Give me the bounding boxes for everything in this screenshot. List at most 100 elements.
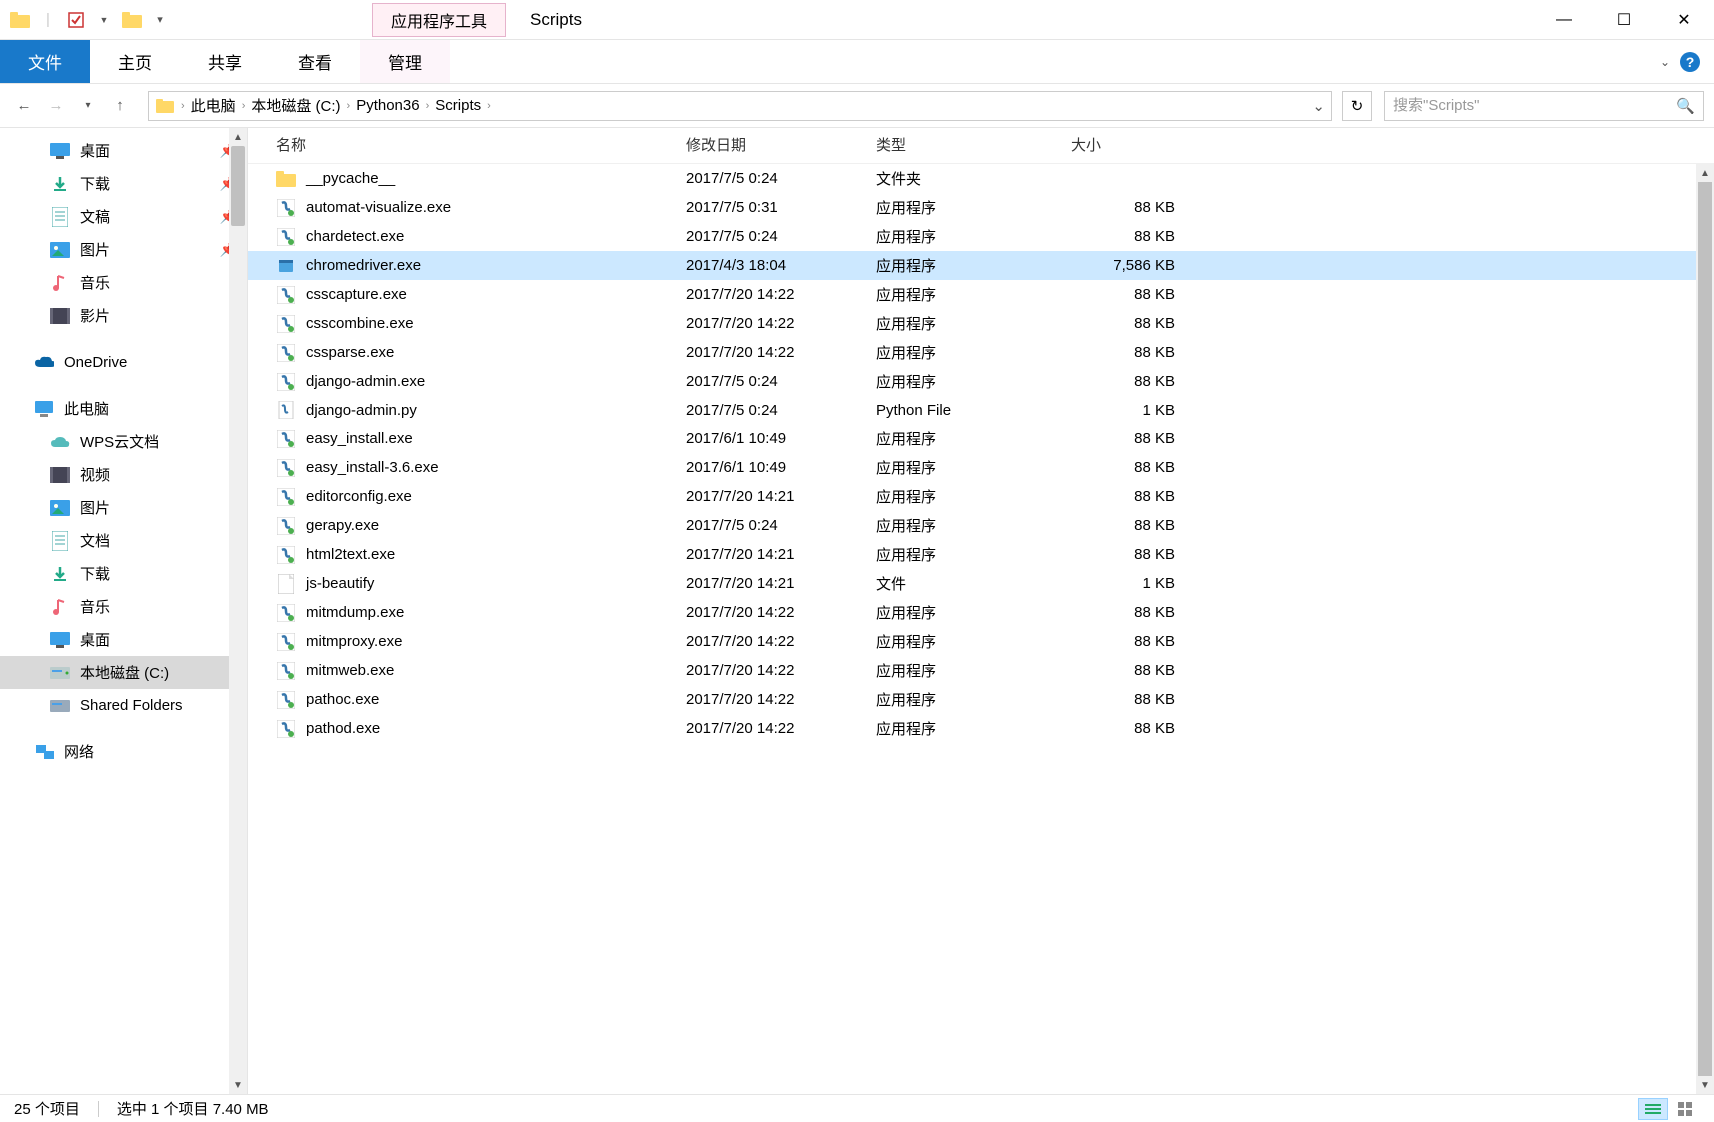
sidebar-item-label: 下载 bbox=[80, 173, 110, 194]
file-icon bbox=[276, 574, 296, 594]
sidebar-item[interactable]: 下载 bbox=[0, 557, 247, 590]
sidebar-item[interactable]: 音乐 bbox=[0, 266, 247, 299]
help-icon[interactable]: ? bbox=[1680, 52, 1700, 72]
details-view-button[interactable] bbox=[1638, 1098, 1668, 1120]
up-button[interactable]: ↑ bbox=[106, 92, 134, 120]
file-row[interactable]: pathod.exe2017/7/20 14:22应用程序88 KB bbox=[248, 714, 1714, 743]
file-row[interactable]: chromedriver.exe2017/4/3 18:04应用程序7,586 … bbox=[248, 251, 1714, 280]
sidebar-item[interactable]: WPS云文档 bbox=[0, 425, 247, 458]
file-row[interactable]: gerapy.exe2017/7/5 0:24应用程序88 KB bbox=[248, 511, 1714, 540]
file-name: mitmproxy.exe bbox=[306, 633, 402, 650]
ribbon-tab-1[interactable]: 主页 bbox=[90, 40, 180, 83]
sidebar-item[interactable]: OneDrive bbox=[0, 346, 247, 378]
file-type: 应用程序 bbox=[876, 226, 1071, 247]
file-row[interactable]: cssparse.exe2017/7/20 14:22应用程序88 KB bbox=[248, 338, 1714, 367]
address-bar[interactable]: › 此电脑 › 本地磁盘 (C:) › Python36 › Scripts › ⌄ bbox=[148, 91, 1332, 121]
sidebar-item[interactable]: 桌面 bbox=[0, 623, 247, 656]
recent-dropdown[interactable]: ▾ bbox=[74, 92, 102, 120]
sidebar-item-label: 文档 bbox=[80, 530, 110, 551]
sidebar-item[interactable]: 音乐 bbox=[0, 590, 247, 623]
ribbon-tab-4[interactable]: 管理 bbox=[360, 40, 450, 83]
qat-dropdown-icon[interactable]: ▼ bbox=[92, 8, 116, 32]
sidebar-item[interactable]: 图片 bbox=[0, 491, 247, 524]
file-row[interactable]: mitmweb.exe2017/7/20 14:22应用程序88 KB bbox=[248, 656, 1714, 685]
ribbon-tab-3[interactable]: 查看 bbox=[270, 40, 360, 83]
search-input[interactable] bbox=[1393, 97, 1676, 114]
sidebar-item[interactable]: Shared Folders bbox=[0, 689, 247, 721]
file-row[interactable]: django-admin.py2017/7/5 0:24Python File1… bbox=[248, 396, 1714, 424]
scroll-up-icon[interactable]: ▲ bbox=[1696, 164, 1714, 182]
sidebar-item[interactable]: 下载📌 bbox=[0, 167, 247, 200]
search-icon[interactable]: 🔍 bbox=[1676, 97, 1695, 115]
search-box[interactable]: 🔍 bbox=[1384, 91, 1704, 121]
file-row[interactable]: csscapture.exe2017/7/20 14:22应用程序88 KB bbox=[248, 280, 1714, 309]
breadcrumb-segment[interactable]: Python36 bbox=[356, 97, 419, 114]
column-size[interactable]: 大小 bbox=[1071, 134, 1191, 155]
scroll-up-icon[interactable]: ▲ bbox=[229, 128, 247, 146]
file-row[interactable]: chardetect.exe2017/7/5 0:24应用程序88 KB bbox=[248, 222, 1714, 251]
ribbon-tab-0[interactable]: 文件 bbox=[0, 40, 90, 83]
sidebar-item[interactable]: 桌面📌 bbox=[0, 134, 247, 167]
sidebar-item[interactable]: 此电脑 bbox=[0, 392, 247, 425]
column-type[interactable]: 类型 bbox=[876, 134, 1071, 155]
file-date: 2017/6/1 10:49 bbox=[686, 459, 876, 476]
file-row[interactable]: mitmproxy.exe2017/7/20 14:22应用程序88 KB bbox=[248, 627, 1714, 656]
breadcrumb-segment[interactable]: 本地磁盘 (C:) bbox=[251, 95, 340, 116]
scroll-down-icon[interactable]: ▼ bbox=[1696, 1076, 1714, 1094]
refresh-button[interactable]: ↻ bbox=[1342, 91, 1372, 121]
chevron-right-icon[interactable]: › bbox=[242, 100, 246, 112]
file-row[interactable]: pathoc.exe2017/7/20 14:22应用程序88 KB bbox=[248, 685, 1714, 714]
file-date: 2017/7/20 14:22 bbox=[686, 315, 876, 332]
file-row[interactable]: editorconfig.exe2017/7/20 14:21应用程序88 KB bbox=[248, 482, 1714, 511]
breadcrumb-segment[interactable]: Scripts bbox=[435, 97, 481, 114]
forward-button[interactable]: → bbox=[42, 92, 70, 120]
scroll-thumb[interactable] bbox=[231, 146, 245, 226]
file-size: 88 KB bbox=[1071, 286, 1191, 303]
close-button[interactable]: ✕ bbox=[1654, 0, 1714, 39]
column-date[interactable]: 修改日期 bbox=[686, 134, 876, 155]
address-dropdown-icon[interactable]: ⌄ bbox=[1312, 97, 1325, 115]
file-row[interactable]: csscombine.exe2017/7/20 14:22应用程序88 KB bbox=[248, 309, 1714, 338]
chevron-right-icon[interactable]: › bbox=[181, 100, 185, 112]
sidebar-item[interactable]: 影片 bbox=[0, 299, 247, 332]
wpscloud-icon bbox=[50, 432, 70, 452]
sidebar-item-label: 影片 bbox=[80, 305, 110, 326]
breadcrumb-segment[interactable]: 此电脑 bbox=[191, 95, 236, 116]
back-button[interactable]: ← bbox=[10, 92, 38, 120]
file-name: easy_install.exe bbox=[306, 430, 413, 447]
icons-view-button[interactable] bbox=[1670, 1098, 1700, 1120]
file-row[interactable]: easy_install.exe2017/6/1 10:49应用程序88 KB bbox=[248, 424, 1714, 453]
scroll-thumb[interactable] bbox=[1698, 182, 1712, 1076]
maximize-button[interactable]: ☐ bbox=[1594, 0, 1654, 39]
chevron-right-icon[interactable]: › bbox=[347, 100, 351, 112]
file-row[interactable]: mitmdump.exe2017/7/20 14:22应用程序88 KB bbox=[248, 598, 1714, 627]
chevron-right-icon[interactable]: › bbox=[426, 100, 430, 112]
file-row[interactable]: __pycache__2017/7/5 0:24文件夹 bbox=[248, 164, 1714, 193]
sidebar-item[interactable]: 图片📌 bbox=[0, 233, 247, 266]
sidebar-item[interactable]: 文稿📌 bbox=[0, 200, 247, 233]
file-type: 应用程序 bbox=[876, 515, 1071, 536]
scroll-down-icon[interactable]: ▼ bbox=[229, 1076, 247, 1094]
properties-icon[interactable] bbox=[64, 8, 88, 32]
chevron-right-icon[interactable]: › bbox=[487, 100, 491, 112]
column-headers: ⌃ 名称 修改日期 类型 大小 bbox=[248, 128, 1714, 164]
qat-sep: | bbox=[36, 8, 60, 32]
sidebar-item[interactable]: 视频 bbox=[0, 458, 247, 491]
filelist-scrollbar[interactable]: ▲ ▼ bbox=[1696, 164, 1714, 1094]
column-name[interactable]: 名称 bbox=[276, 134, 686, 155]
pyexe-icon bbox=[276, 314, 296, 334]
ribbon-collapse-icon[interactable]: ⌄ bbox=[1660, 55, 1670, 69]
file-row[interactable]: js-beautify2017/7/20 14:21文件1 KB bbox=[248, 569, 1714, 598]
file-row[interactable]: django-admin.exe2017/7/5 0:24应用程序88 KB bbox=[248, 367, 1714, 396]
sidebar-item[interactable]: 文档 bbox=[0, 524, 247, 557]
ribbon-tab-2[interactable]: 共享 bbox=[180, 40, 270, 83]
sidebar-item[interactable]: 本地磁盘 (C:) bbox=[0, 656, 247, 689]
file-row[interactable]: html2text.exe2017/7/20 14:21应用程序88 KB bbox=[248, 540, 1714, 569]
minimize-button[interactable]: — bbox=[1534, 0, 1594, 39]
sidebar-scrollbar[interactable]: ▲ ▼ bbox=[229, 128, 247, 1094]
file-row[interactable]: easy_install-3.6.exe2017/6/1 10:49应用程序88… bbox=[248, 453, 1714, 482]
sidebar-item[interactable]: 网络 bbox=[0, 735, 247, 768]
qat-customize-icon[interactable]: ▾ bbox=[148, 8, 172, 32]
file-row[interactable]: automat-visualize.exe2017/7/5 0:31应用程序88… bbox=[248, 193, 1714, 222]
new-folder-icon[interactable] bbox=[120, 8, 144, 32]
